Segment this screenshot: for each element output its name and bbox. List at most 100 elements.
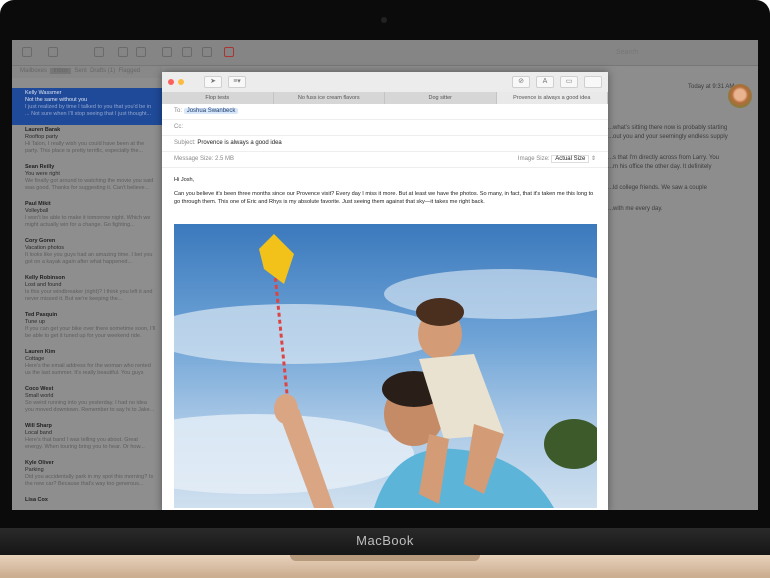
body-line: ...with me every day. [608,206,663,212]
sender-name: Ted Pasquin [25,312,58,318]
sender-name: Lauren Barak [25,127,61,133]
close-button[interactable] [168,79,174,85]
message-subject: Volleyball [25,208,49,214]
message-preview: Hi Talon, I really wish you could have b… [25,141,145,154]
message-list-item[interactable]: Lauren Kim Cottage Here's the email addres… [12,347,162,384]
mailbox-icon[interactable] [22,47,32,57]
forward-icon[interactable] [202,47,212,57]
compose-tabs: Flop tests No fuss ice cream flavors Dog… [162,92,608,104]
sender-name: Paul Mikit [25,201,51,207]
message-preview: I won't be able to make it tomorrow nigh… [25,215,151,228]
compose-icon[interactable] [48,47,58,57]
message-list-item[interactable]: Kyle Oliver Parking Did you accidentally p… [12,458,162,495]
message-list-item[interactable]: Coco West Small world So weird running int… [12,384,162,421]
message-subject: Tune up [25,319,45,325]
cc-label: Cc: [174,124,183,130]
image-size-label: Image Size: [517,156,550,162]
minimize-button[interactable] [178,79,184,85]
chevron-updown-icon: ⇕ [590,156,596,162]
subject-value[interactable]: Provence is always a good idea [197,140,281,146]
reply-all-icon[interactable] [182,47,192,57]
body-text: Can you believe it's been three months s… [174,191,594,205]
message-preview: If you can get your bike over there some… [25,326,156,339]
compose-window: ➤ ≡▾ ⊘ A ▭ Flop tests No fuss ice cream … [162,72,608,510]
compose-toolbar: ➤ ≡▾ ⊘ A ▭ [162,72,608,92]
reply-icon[interactable] [162,47,172,57]
sender-name: Coco West [25,386,54,392]
message-subject: Vacation photos [25,245,65,251]
message-subject: Parking [25,467,44,473]
tab-drafts[interactable]: Drafts (1) [90,68,115,74]
message-subject: Small world [25,393,54,399]
message-viewer: Today at 9:31 AM ...what's sitting there… [608,40,758,510]
camera [381,17,387,23]
message-list-item[interactable]: Kelly Robinson Lost and found Is this your… [12,273,162,310]
size-value: 2.5 MB [215,156,235,162]
timestamp: Today at 9:31 AM [688,84,735,90]
format-icon[interactable]: A [536,76,554,88]
message-body-editor[interactable]: Hi Josh, Can you believe it's been three… [162,168,608,214]
message-preview: I just realized by time I talked to you … [25,104,152,117]
header-fields-icon[interactable]: ≡▾ [228,76,246,88]
photo-browser-icon[interactable]: ▭ [560,76,578,88]
sender-name: Kelly Wassmer [25,90,62,96]
message-list-item[interactable]: Paul Mikit Volleyball I won't be able to m… [12,199,162,236]
recipient-token[interactable]: Joshua Swanbeck [183,108,239,114]
tab-ice-cream[interactable]: No fuss ice cream flavors [274,92,385,104]
body-line: ...what's sitting there now is probably … [608,125,728,131]
body-line: ...out you and your seemingly endless su… [608,134,728,140]
archive-icon[interactable] [94,47,104,57]
subject-label: Subject: [174,140,196,146]
size-row: Message Size: 2.5 MB Image Size: Actual … [162,152,608,168]
sender-name: Lisa Cox [25,497,48,503]
trash-icon[interactable] [118,47,128,57]
message-list-item[interactable]: Ted Pasquin Tune up If you can get your bi… [12,310,162,347]
tab-provence[interactable]: Provence is always a good idea [496,92,608,104]
tab-inbox[interactable]: Inbox [50,68,72,74]
greeting: Hi Josh, [174,177,195,183]
message-list-item[interactable]: Lisa Cox [12,495,162,510]
tab-dog-sitter[interactable]: Dog sitter [385,92,497,104]
body-line: ...m his office the other day. It defini… [608,164,712,170]
tab-flop-tests[interactable]: Flop tests [162,92,274,104]
message-subject: Lost and found [25,282,62,288]
message-subject: Cottage [25,356,45,362]
size-label: Message Size: [174,156,214,162]
sender-name: Cory Goren [25,238,56,244]
message-list-item[interactable]: Kelly Wassmer Not the same without you I j… [12,88,162,125]
message-preview: Is this your windbreaker (right)? I thin… [25,289,153,302]
send-icon[interactable]: ➤ [204,76,222,88]
to-label: To: [174,108,183,114]
attach-icon[interactable]: ⊘ [512,76,530,88]
message-preview: Here's the email address for the woman w… [25,363,151,376]
tab-sent[interactable]: Sent [74,68,86,74]
message-subject: Rooftop party [25,134,59,140]
message-preview: So weird running into you yesterday. I h… [25,400,155,413]
message-preview: It looks like you guys had an amazing ti… [25,252,153,265]
sender-name: Will Sharp [25,423,52,429]
message-subject: Not the same without you [25,97,88,103]
sender-name: Kelly Robinson [25,275,66,281]
message-subject: You were right [25,171,60,177]
message-preview: Here's that band I was telling you about… [25,437,145,450]
macbook-logo: MacBook [356,533,414,548]
message-list-item[interactable]: Will Sharp Local band Here's that band I w… [12,421,162,458]
lid-notch [290,555,480,561]
message-list-item[interactable]: Lauren Barak Rooftop party Hi Talon, I rea… [12,125,162,162]
message-list-item[interactable]: Cory Goren Vacation photos It looks like y… [12,236,162,273]
mailboxes-button[interactable]: Mailboxes [20,68,47,74]
cc-field[interactable]: Cc: [162,120,608,136]
sender-name: Kyle Oliver [25,460,54,466]
sender-name: Lauren Kim [25,349,56,355]
to-field[interactable]: To: Joshua Swanbeck [162,104,608,120]
emoji-icon[interactable] [584,76,602,88]
photo-image [174,234,597,508]
subject-field[interactable]: Subject: Provence is always a good idea [162,136,608,152]
image-size-select[interactable]: Actual Size [551,155,590,163]
body-line: ...ld college friends. We saw a couple [608,185,707,191]
junk-icon[interactable] [136,47,146,57]
sender-avatar [728,84,752,108]
tab-flagged[interactable]: Flagged [118,68,140,74]
message-list-item[interactable]: Sean Reilly You were right We finally got … [12,162,162,199]
flag-icon[interactable] [224,47,234,57]
